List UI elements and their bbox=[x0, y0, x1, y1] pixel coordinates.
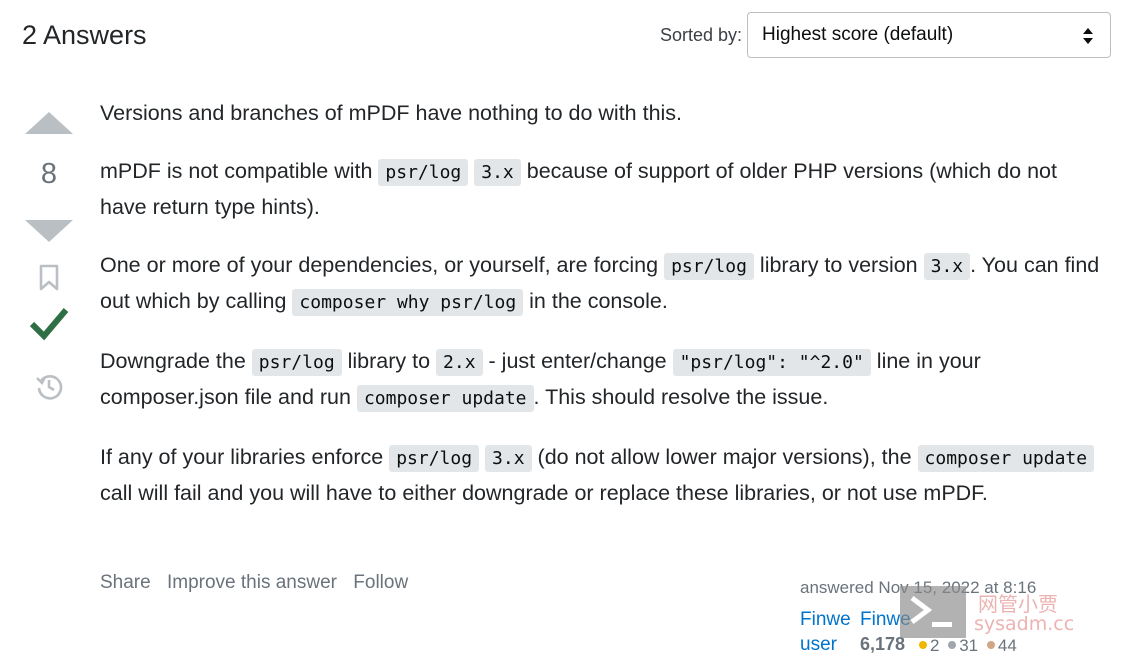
answers-header: 2 Answers Sorted by: Highest score (defa… bbox=[22, 12, 1113, 62]
inline-code: psr/log bbox=[378, 159, 469, 186]
inline-code: composer why psr/log bbox=[292, 289, 524, 316]
answer-text: - just enter/change bbox=[482, 349, 673, 373]
vote-count: 8 bbox=[40, 158, 58, 190]
answer-text: library to version bbox=[753, 253, 924, 277]
inline-code: 3.x bbox=[474, 159, 521, 186]
answer-text: library to bbox=[341, 349, 437, 373]
answer-text: . This should resolve the issue. bbox=[533, 385, 829, 409]
answer-text: Downgrade the bbox=[100, 349, 252, 373]
inline-code: 3.x bbox=[485, 445, 532, 472]
inline-code: composer update bbox=[356, 385, 534, 412]
history-icon[interactable] bbox=[35, 372, 63, 400]
inline-code: psr/log bbox=[251, 349, 342, 376]
answer-paragraph-2: mPDF is not compatible with psr/log 3.x … bbox=[100, 154, 1100, 224]
sort-updown-icon bbox=[1083, 28, 1093, 44]
answer-text: One or more of your dependencies, or you… bbox=[100, 253, 665, 277]
user-reputation: 6,178 bbox=[860, 634, 906, 654]
follow-link[interactable]: Follow bbox=[353, 572, 408, 593]
user-name-link-continued[interactable]: user bbox=[800, 634, 837, 656]
answer-paragraph-1: Versions and branches of mPDF have nothi… bbox=[100, 96, 1100, 130]
watermark-text-url: sysadm.cc bbox=[974, 613, 1075, 635]
post-menu: Share Improve this answer Follow bbox=[100, 572, 419, 594]
answer-text: in the console. bbox=[523, 289, 668, 313]
bookmark-icon[interactable] bbox=[38, 264, 60, 292]
share-link[interactable]: Share bbox=[100, 572, 151, 593]
answer-text: (do not allow lower major versions), the bbox=[531, 445, 918, 469]
downvote-arrow-icon[interactable] bbox=[24, 218, 74, 244]
answer-text: If any of your libraries enforce bbox=[100, 445, 390, 469]
answer-body: Versions and branches of mPDF have nothi… bbox=[100, 96, 1100, 534]
bronze-badge-icon bbox=[986, 641, 995, 649]
inline-code: 2.x bbox=[436, 349, 483, 376]
gold-badge-icon bbox=[919, 641, 927, 649]
sort-select-value: Highest score (default) bbox=[762, 24, 954, 45]
accepted-checkmark-icon bbox=[29, 308, 69, 341]
answer-text: call will fail and you will have to eith… bbox=[100, 481, 988, 505]
improve-answer-link[interactable]: Improve this answer bbox=[167, 572, 337, 593]
inline-code: psr/log bbox=[389, 445, 480, 472]
inline-code: 3.x bbox=[923, 253, 971, 280]
answer-paragraph-3: One or more of your dependencies, or you… bbox=[100, 248, 1100, 320]
sort-label: Sorted by: bbox=[660, 25, 743, 45]
inline-code: composer update bbox=[917, 445, 1095, 472]
inline-code: "psr/log": "^2.0" bbox=[672, 349, 871, 376]
answer-paragraph-5: If any of your libraries enforce psr/log… bbox=[100, 440, 1100, 510]
watermark-terminal-icon bbox=[900, 586, 966, 638]
answers-count-heading: 2 Answers bbox=[22, 20, 147, 50]
sort-select[interactable]: Highest score (default) bbox=[747, 12, 1111, 58]
answer-text: Versions and branches of mPDF have nothi… bbox=[100, 101, 683, 125]
upvote-arrow-icon[interactable] bbox=[24, 110, 74, 136]
vote-column: 8 bbox=[22, 100, 76, 420]
user-name-link[interactable]: Finwe bbox=[800, 609, 851, 631]
answer-paragraph-4: Downgrade the psr/log library to 2.x - j… bbox=[100, 344, 1100, 416]
watermark: 网管小贾 sysadm.cc bbox=[900, 586, 1080, 642]
answer-text: mPDF is not compatible with bbox=[100, 159, 379, 183]
silver-badge-icon bbox=[948, 641, 957, 649]
inline-code: psr/log bbox=[664, 253, 754, 280]
